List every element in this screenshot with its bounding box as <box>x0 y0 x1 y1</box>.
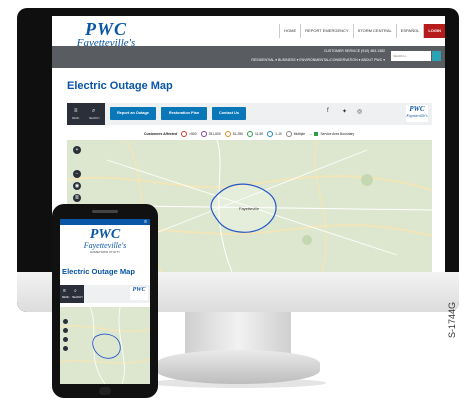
legend-title: Customers Affected <box>144 132 178 136</box>
legend-label: 11-50 <box>254 132 264 136</box>
side-code: S-1744G <box>447 301 457 338</box>
phone-layers-icon[interactable] <box>63 346 68 351</box>
phone-page-title: Electric Outage Map <box>62 267 136 276</box>
nav-espanol[interactable]: ESPAÑOL <box>395 24 424 38</box>
legend-item: — Service Area Boundary <box>309 132 354 136</box>
top-navigation: HOME REPORT EMERGENCY STORM CENTRAL ESPA… <box>279 24 445 38</box>
legend-separator: — <box>309 132 313 136</box>
instagram-icon[interactable]: ◎ <box>357 108 362 115</box>
phone-toolbar-dark-panel: ≡ ⌕ MENU SEARCH <box>60 285 84 303</box>
hamburger-menu-icon[interactable]: ≡ <box>144 219 147 225</box>
logo-mark: PWC <box>84 19 127 39</box>
phone-outage-map[interactable] <box>60 307 150 384</box>
phone-screen: ≡ PWC Fayetteville's HOMETOWN UTILITY El… <box>60 219 150 384</box>
contact-us-button[interactable]: Contact Us <box>212 107 246 120</box>
nav-home[interactable]: HOME <box>279 24 300 38</box>
search-icon[interactable]: ⌕ <box>92 108 95 115</box>
legend-label: >500 <box>189 132 197 136</box>
facebook-icon[interactable]: f <box>327 108 329 114</box>
phone-logo-mark: PWC <box>89 227 121 242</box>
legend-item: 11-50 <box>246 131 264 137</box>
customer-service-phone[interactable]: CUSTOMER SERVICE (910) 483-1382 <box>324 49 385 53</box>
menu-label: MENU <box>72 117 80 120</box>
locate-icon[interactable]: ◉ <box>73 182 81 190</box>
legend-dot-11-50 <box>246 131 253 137</box>
nav-report-emergency[interactable]: REPORT EMERGENCY <box>300 24 352 38</box>
search-button[interactable] <box>432 51 441 61</box>
phone-toolbar-logo: PWC <box>130 287 148 300</box>
legend-item: 1-10 <box>267 131 282 137</box>
monitor-stand-base <box>156 350 320 384</box>
site-header: PWC Fayetteville's HOMETOWN UTILITY HOME… <box>52 16 445 68</box>
phone-zoom-out-button[interactable] <box>63 328 68 333</box>
mobile-phone: ≡ PWC Fayetteville's HOMETOWN UTILITY El… <box>52 204 158 398</box>
login-button[interactable]: LOGIN <box>423 24 445 38</box>
legend-label: 251-500 <box>208 132 221 136</box>
legend-label: Multiple <box>293 132 306 136</box>
phone-menu-label: MENU <box>62 296 70 299</box>
twitter-icon[interactable]: ✦ <box>342 108 347 115</box>
phone-logo-city: Fayetteville's <box>83 241 127 250</box>
restoration-plan-button[interactable]: Restoration Plan <box>161 107 207 120</box>
map-toolbar: ≡ ⌕ MENU SEARCH Report an Outage Restora… <box>67 103 432 125</box>
legend-item: 51-250 <box>224 131 243 137</box>
phone-zoom-in-button[interactable] <box>63 319 68 324</box>
phone-menu-icon[interactable]: ≡ <box>63 288 66 294</box>
service-area-swatch <box>314 132 319 136</box>
legend-dot-251-500 <box>200 131 207 137</box>
search-label: SEARCH <box>89 117 100 120</box>
nav-storm-central[interactable]: STORM CENTRAL <box>352 24 396 38</box>
toolbar-logo: PWC Fayetteville's <box>406 105 428 122</box>
toolbar-dark-panel: ≡ ⌕ MENU SEARCH <box>67 103 105 125</box>
toolbar-logo-mark: PWC <box>409 105 425 113</box>
phone-search-label: SEARCH <box>72 296 83 299</box>
legend-item: >500 <box>181 131 197 137</box>
map-legend: Customers Affected >500 251-500 51-250 1… <box>144 131 354 137</box>
legend-item: 251-500 <box>200 131 221 137</box>
phone-speaker <box>92 210 118 213</box>
legend-label: Service Area Boundary <box>320 132 355 136</box>
zoom-in-button[interactable]: + <box>73 146 81 154</box>
legend-label: 51-250 <box>232 132 243 136</box>
legend-item: Multiple <box>285 131 306 137</box>
search-input[interactable]: SEARCH... <box>391 51 431 61</box>
legend-dot-over-500 <box>181 131 188 137</box>
phone-toolbar-logo-mark: PWC <box>132 287 146 293</box>
phone-home-button[interactable] <box>99 387 111 395</box>
phone-locate-icon[interactable] <box>63 337 68 342</box>
menu-icon[interactable]: ≡ <box>74 108 78 114</box>
phone-map-terrain <box>60 307 150 384</box>
phone-header-bar: ≡ <box>60 219 150 225</box>
legend-label: 1-10 <box>275 132 282 136</box>
legend-dot-multiple <box>285 131 292 137</box>
legend-dot-51-250 <box>224 131 231 137</box>
layers-icon[interactable]: ≣ <box>73 194 81 202</box>
phone-logo-tagline: HOMETOWN UTILITY <box>89 250 121 254</box>
phone-pwc-logo[interactable]: PWC Fayetteville's HOMETOWN UTILITY <box>80 228 130 258</box>
main-menu[interactable]: RESIDENTIAL ▾ BUSINESS ▾ ENVIRONMENTAL/C… <box>251 58 385 62</box>
zoom-out-button[interactable]: − <box>73 170 81 178</box>
page-title: Electric Outage Map <box>67 80 173 92</box>
phone-map-toolbar: ≡ ⌕ MENU SEARCH PWC <box>60 285 150 303</box>
city-label: Fayetteville <box>239 206 260 211</box>
main-nav-bar: CUSTOMER SERVICE (910) 483-1382 RESIDENT… <box>52 46 445 68</box>
report-outage-button[interactable]: Report an Outage <box>110 107 156 120</box>
phone-search-icon[interactable]: ⌕ <box>74 288 77 294</box>
legend-dot-1-10 <box>267 131 274 137</box>
toolbar-logo-city: Fayetteville's <box>406 113 428 118</box>
